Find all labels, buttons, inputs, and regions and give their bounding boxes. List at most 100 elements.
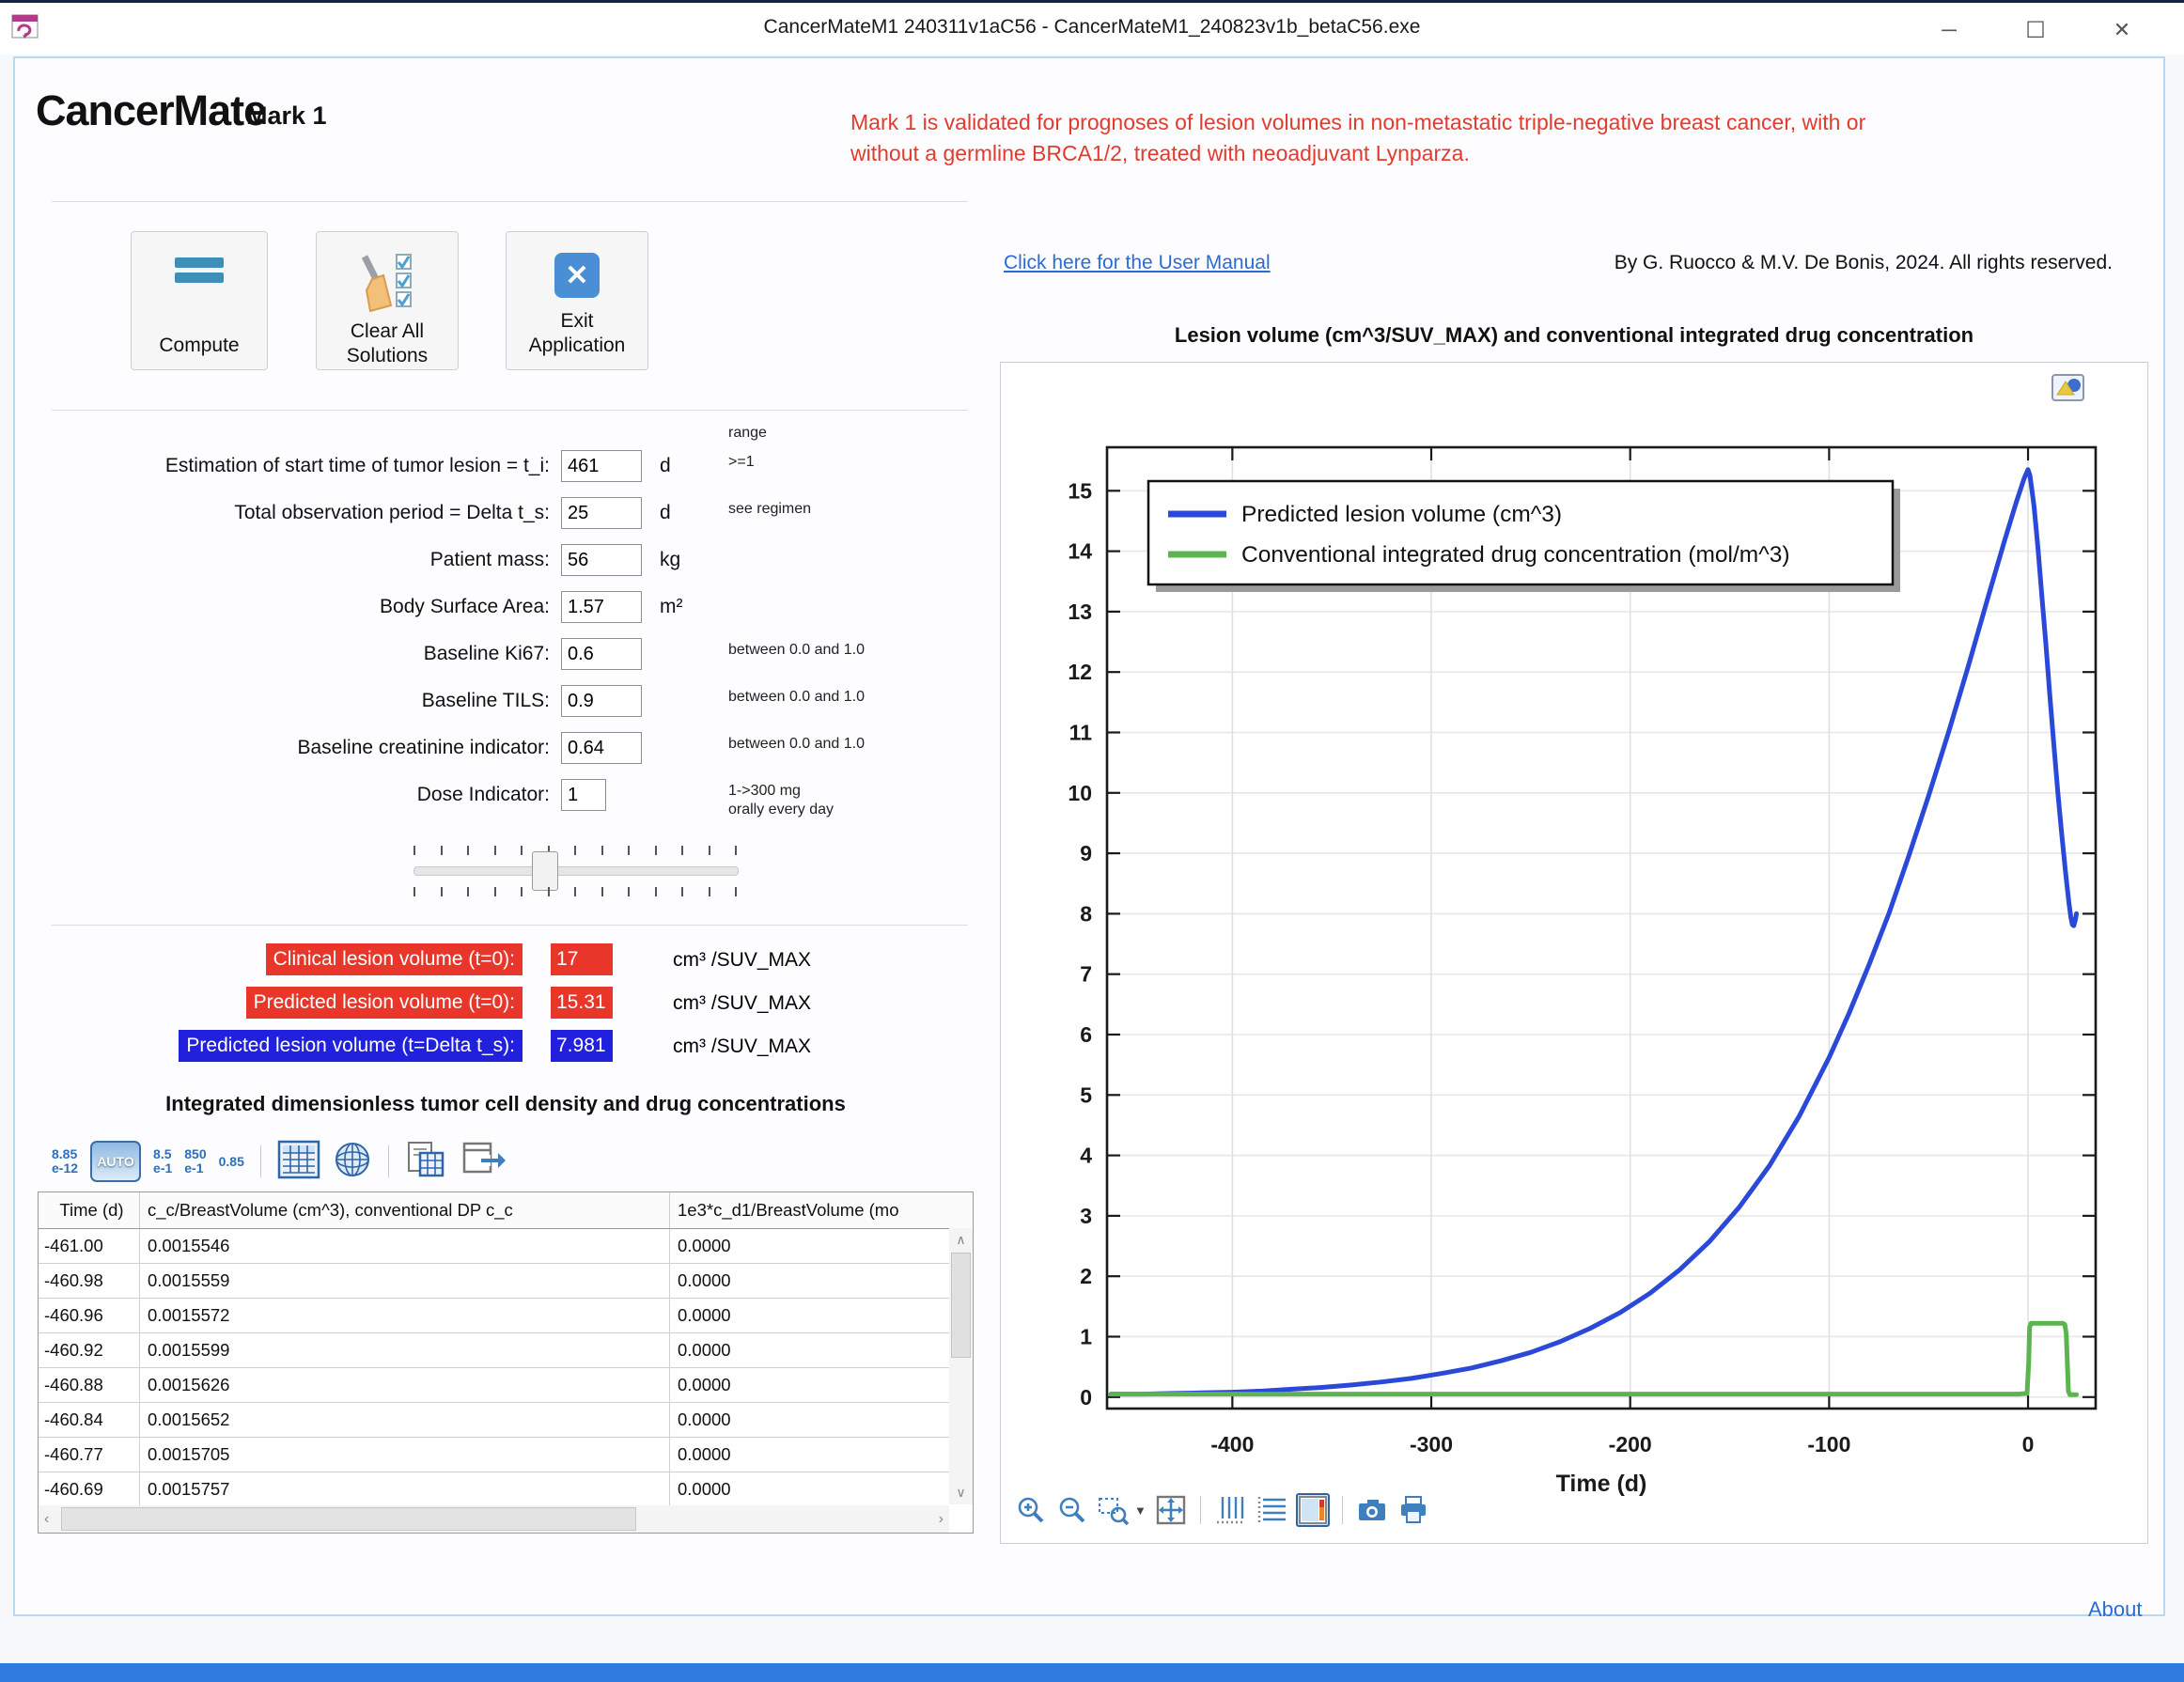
user-manual-link[interactable]: Click here for the User Manual [1004, 252, 1271, 274]
dose-slider-track[interactable] [413, 866, 739, 876]
result-unit: cm³ /SUV_MAX [673, 1030, 811, 1064]
scroll-down-icon[interactable]: ∨ [949, 1485, 973, 1501]
field-input[interactable] [561, 544, 642, 576]
slider-tick [467, 846, 469, 855]
table-display-icon[interactable] [277, 1140, 320, 1184]
svg-text:15: 15 [1068, 478, 1092, 503]
compute-button[interactable]: Compute [131, 231, 268, 370]
table-horizontal-scrollbar[interactable]: ‹ › [39, 1505, 949, 1533]
field-label: Baseline creatinine indicator: [38, 731, 550, 765]
chart-panel: 0123456789101112131415-400-300-200-1000T… [1000, 362, 2148, 1544]
table-row[interactable]: -460.980.00155590.0000 [39, 1264, 949, 1299]
field-input[interactable] [561, 779, 606, 811]
slider-tick [709, 887, 710, 896]
table-row[interactable]: -460.690.00157570.0000 [39, 1472, 949, 1507]
y-grid-icon[interactable] [1255, 1493, 1288, 1527]
slider-tick [574, 846, 576, 855]
column-header: Time (d) [39, 1192, 140, 1228]
about-link[interactable]: About [2088, 1597, 2143, 1622]
table-row[interactable]: -461.000.00155460.0000 [39, 1229, 949, 1264]
vertical-scroll-thumb[interactable] [951, 1253, 971, 1358]
svg-text:13: 13 [1068, 600, 1092, 624]
app-version-label: Mark 1 [246, 101, 327, 131]
x-grid-icon[interactable] [1213, 1493, 1247, 1527]
slider-tick [681, 846, 683, 855]
slider-ticks-top [413, 846, 737, 855]
exit-application-button[interactable]: ✕ Exit Application [506, 231, 648, 370]
result-value: 17 [551, 943, 613, 975]
svg-text:4: 4 [1080, 1144, 1092, 1168]
table-cell: -460.69 [39, 1472, 140, 1506]
zoom-dropdown-icon[interactable]: ▼ [1134, 1503, 1147, 1518]
format-decimal[interactable]: 0.85 [219, 1155, 244, 1169]
table-row[interactable]: -460.960.00155720.0000 [39, 1299, 949, 1333]
table-cell: -460.92 [39, 1333, 140, 1367]
plot-window-icon[interactable] [2051, 374, 2085, 407]
scroll-up-icon[interactable]: ∧ [949, 1232, 973, 1248]
dose-slider-handle[interactable] [532, 851, 558, 891]
legend-toggle-icon[interactable] [1296, 1493, 1330, 1527]
form-row: Baseline creatinine indicator:between 0.… [38, 731, 977, 765]
table-row[interactable]: -460.920.00155990.0000 [39, 1333, 949, 1368]
maximize-button[interactable]: ☐ [2015, 14, 2056, 46]
table-row[interactable]: -460.880.00156260.0000 [39, 1368, 949, 1403]
svg-text:7: 7 [1080, 962, 1092, 987]
svg-text:-400: -400 [1210, 1432, 1254, 1456]
format-full-precision[interactable]: 8.85 e-12 [52, 1147, 78, 1176]
toolbar-separator [388, 1145, 389, 1177]
zoom-extents-icon[interactable] [1154, 1493, 1188, 1527]
field-unit: m² [660, 590, 683, 624]
zoom-out-icon[interactable] [1055, 1493, 1089, 1527]
table-row[interactable]: -460.840.00156520.0000 [39, 1403, 949, 1438]
slider-tick [441, 887, 443, 896]
zoom-in-icon[interactable] [1014, 1493, 1048, 1527]
field-label: Total observation period = Delta t_s: [38, 496, 550, 530]
export-table-icon[interactable] [460, 1140, 507, 1184]
scroll-left-icon[interactable]: ‹ [44, 1505, 49, 1533]
form-row: Body Surface Area:m² [38, 590, 977, 624]
svg-text:Time (d): Time (d) [1556, 1471, 1647, 1497]
format-scientific[interactable]: 8.5 e-1 [153, 1147, 172, 1176]
minimize-button[interactable]: ─ [1928, 14, 1970, 46]
result-row: Predicted lesion volume (t=0):15.31cm³ /… [38, 987, 977, 1020]
horizontal-scroll-thumb[interactable] [61, 1507, 636, 1531]
table-vertical-scrollbar[interactable]: ∧ ∨ [949, 1228, 973, 1504]
clear-all-solutions-button[interactable]: Clear All Solutions [316, 231, 459, 370]
table-cell: -461.00 [39, 1229, 140, 1263]
field-input[interactable] [561, 638, 642, 670]
table-header-row: Time (d)c_c/BreastVolume (cm^3), convent… [39, 1192, 973, 1229]
table-cell: 0.0000 [670, 1472, 949, 1506]
table-cell: 0.0000 [670, 1229, 949, 1263]
field-label: Dose Indicator: [38, 778, 550, 812]
field-input[interactable] [561, 450, 642, 482]
print-icon[interactable] [1396, 1493, 1430, 1527]
format-engineering[interactable]: 850 e-1 [184, 1147, 206, 1176]
close-button[interactable]: ✕ [2101, 14, 2143, 46]
copy-table-icon[interactable] [405, 1140, 448, 1184]
field-range-hint: 1->300 mg orally every day [728, 782, 834, 819]
result-unit: cm³ /SUV_MAX [673, 987, 811, 1020]
polar-globe-icon[interactable] [333, 1140, 372, 1184]
number-format-toolbar: 8.85 e-12 AUTO 8.5 e-1 850 e-1 0.85 [52, 1139, 507, 1184]
slider-tick [413, 846, 415, 855]
field-range-hint: between 0.0 and 1.0 [728, 641, 865, 660]
result-row: Clinical lesion volume (t=0):17cm³ /SUV_… [38, 943, 977, 977]
result-label: Clinical lesion volume (t=0): [38, 943, 523, 975]
scroll-right-icon[interactable]: › [939, 1505, 944, 1533]
snapshot-camera-icon[interactable] [1355, 1493, 1389, 1527]
format-auto-button[interactable]: AUTO [90, 1141, 141, 1182]
field-input[interactable] [561, 591, 642, 623]
field-input[interactable] [561, 685, 642, 717]
separator [52, 201, 968, 202]
app-name: CancerMate [36, 86, 266, 135]
slider-ticks-bottom [413, 887, 737, 896]
svg-text:6: 6 [1080, 1022, 1092, 1047]
slider-tick [413, 887, 415, 896]
zoom-box-icon[interactable] [1097, 1493, 1131, 1527]
svg-text:Conventional integrated drug c: Conventional integrated drug concentrati… [1241, 542, 1789, 568]
table-row[interactable]: -460.770.00157050.0000 [39, 1438, 949, 1472]
field-input[interactable] [561, 732, 642, 764]
svg-text:11: 11 [1069, 720, 1093, 744]
field-input[interactable] [561, 497, 642, 529]
slider-tick [574, 887, 576, 896]
